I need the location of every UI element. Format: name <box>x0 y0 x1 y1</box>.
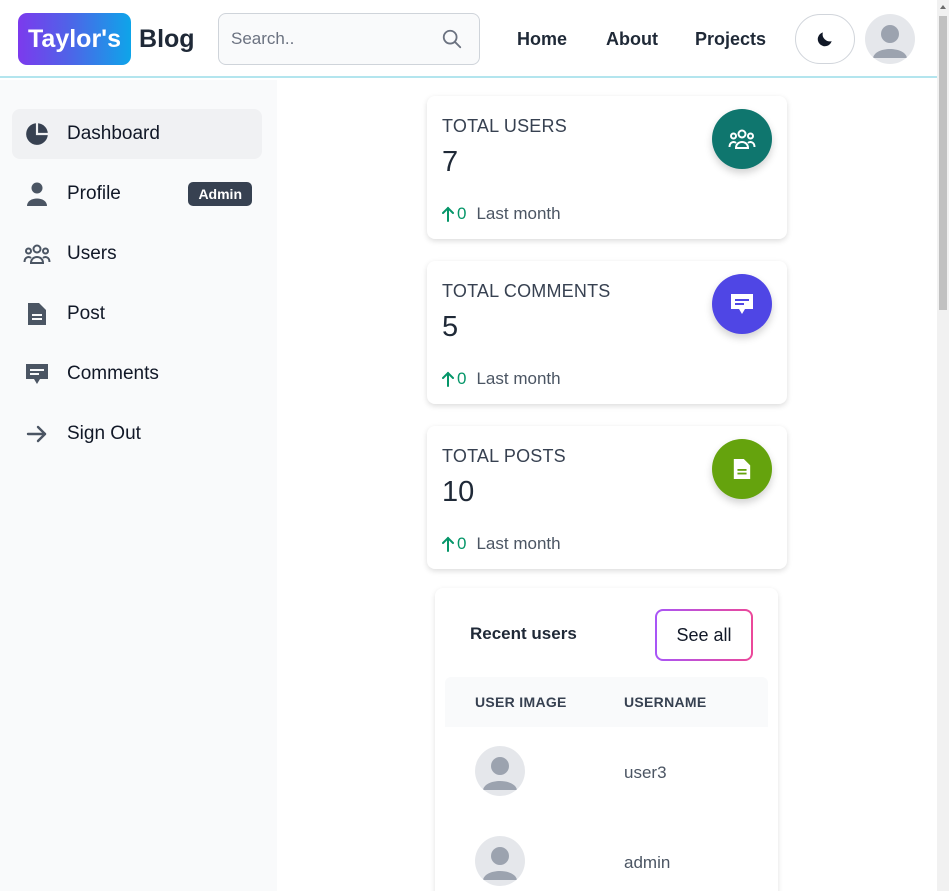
stat-card-users: TOTAL USERS 7 0 Last month <box>427 96 787 239</box>
stat-trend: 0 Last month <box>442 204 561 224</box>
stat-card-posts: TOTAL POSTS 10 0 Last month <box>427 426 787 569</box>
sidebar-item-label: Dashboard <box>67 123 160 144</box>
page-scrollbar[interactable] <box>937 0 949 891</box>
scroll-up-arrow-icon[interactable] <box>938 2 948 12</box>
avatar-placeholder-icon <box>475 836 525 886</box>
stat-title: TOTAL POSTS <box>442 446 566 466</box>
column-header: USER IMAGE <box>475 694 567 710</box>
stat-value: 5 <box>442 311 459 343</box>
stat-card-comments: TOTAL COMMENTS 5 0 Last month <box>427 261 787 404</box>
trend-value: 0 <box>457 534 467 553</box>
stat-icon-badge <box>712 274 772 334</box>
trend-label: Last month <box>476 369 561 388</box>
table-header: USER IMAGE USERNAME <box>445 677 768 727</box>
trend-label: Last month <box>476 534 561 553</box>
avatar-placeholder-icon <box>865 14 915 64</box>
trend-up: 0 <box>442 534 466 554</box>
trend-label: Last month <box>476 204 561 223</box>
table-row: user3 <box>445 727 768 817</box>
search-input[interactable] <box>219 14 429 64</box>
document-icon <box>23 300 51 328</box>
stat-value: 10 <box>442 476 475 508</box>
sidebar-item-label: Users <box>67 243 117 264</box>
user-icon <box>23 180 51 208</box>
arrow-up-icon <box>442 536 454 552</box>
sidebar: Dashboard Profile Admin Users Post Comme… <box>0 80 277 891</box>
sidebar-item-label: Profile <box>67 183 121 204</box>
stat-icon-badge <box>712 439 772 499</box>
document-icon <box>733 459 751 479</box>
username-cell: user3 <box>624 763 667 782</box>
user-avatar <box>475 836 525 886</box>
nav-home-link[interactable]: Home <box>517 29 567 50</box>
stat-trend: 0 Last month <box>442 534 561 554</box>
search-box <box>218 13 480 65</box>
trend-value: 0 <box>457 204 467 223</box>
avatar-placeholder-icon <box>475 746 525 796</box>
users-group-icon <box>728 129 756 149</box>
nav-about-link[interactable]: About <box>606 29 658 50</box>
sidebar-item-dashboard[interactable]: Dashboard <box>12 109 262 159</box>
see-all-label: See all <box>657 611 751 659</box>
arrow-up-icon <box>442 371 454 387</box>
top-navbar: Taylor's Blog Home About Projects <box>0 0 937 78</box>
user-avatar <box>475 746 525 796</box>
site-logo[interactable]: Taylor's Blog <box>18 13 195 65</box>
stat-title: TOTAL COMMENTS <box>442 281 611 301</box>
table-row: admin <box>445 817 768 891</box>
sidebar-item-profile[interactable]: Profile Admin <box>12 169 262 219</box>
stat-trend: 0 Last month <box>442 369 561 389</box>
scrollbar-thumb[interactable] <box>939 16 947 310</box>
stat-icon-badge <box>712 109 772 169</box>
role-badge: Admin <box>188 182 252 206</box>
users-group-icon <box>23 240 51 268</box>
arrow-right-icon <box>23 420 51 448</box>
trend-value: 0 <box>457 369 467 388</box>
theme-toggle-button[interactable] <box>795 14 855 64</box>
stat-title: TOTAL USERS <box>442 116 567 136</box>
nav-projects-link[interactable]: Projects <box>695 29 766 50</box>
comment-icon <box>23 360 51 388</box>
sidebar-item-label: Sign Out <box>67 423 141 444</box>
trend-up: 0 <box>442 369 466 389</box>
sidebar-item-sign-out[interactable]: Sign Out <box>12 409 262 459</box>
see-all-button[interactable]: See all <box>655 609 753 661</box>
recent-users-panel: Recent users See all USER IMAGE USERNAME… <box>435 588 778 891</box>
sidebar-item-comments[interactable]: Comments <box>12 349 262 399</box>
comment-icon <box>731 294 753 314</box>
panel-title: Recent users <box>470 624 577 643</box>
pie-chart-icon <box>23 120 51 148</box>
column-header: USERNAME <box>624 694 707 710</box>
search-icon[interactable] <box>441 28 463 50</box>
trend-up: 0 <box>442 204 466 224</box>
stat-value: 7 <box>442 146 459 178</box>
arrow-up-icon <box>442 206 454 222</box>
moon-icon <box>817 32 832 47</box>
user-avatar[interactable] <box>865 14 915 64</box>
sidebar-item-label: Post <box>67 303 106 324</box>
sidebar-item-users[interactable]: Users <box>12 229 262 279</box>
logo-badge: Taylor's <box>18 13 132 65</box>
logo-text: Blog <box>139 24 195 53</box>
sidebar-item-label: Comments <box>67 363 159 384</box>
sidebar-item-post[interactable]: Post <box>12 289 262 339</box>
username-cell: admin <box>624 853 671 872</box>
